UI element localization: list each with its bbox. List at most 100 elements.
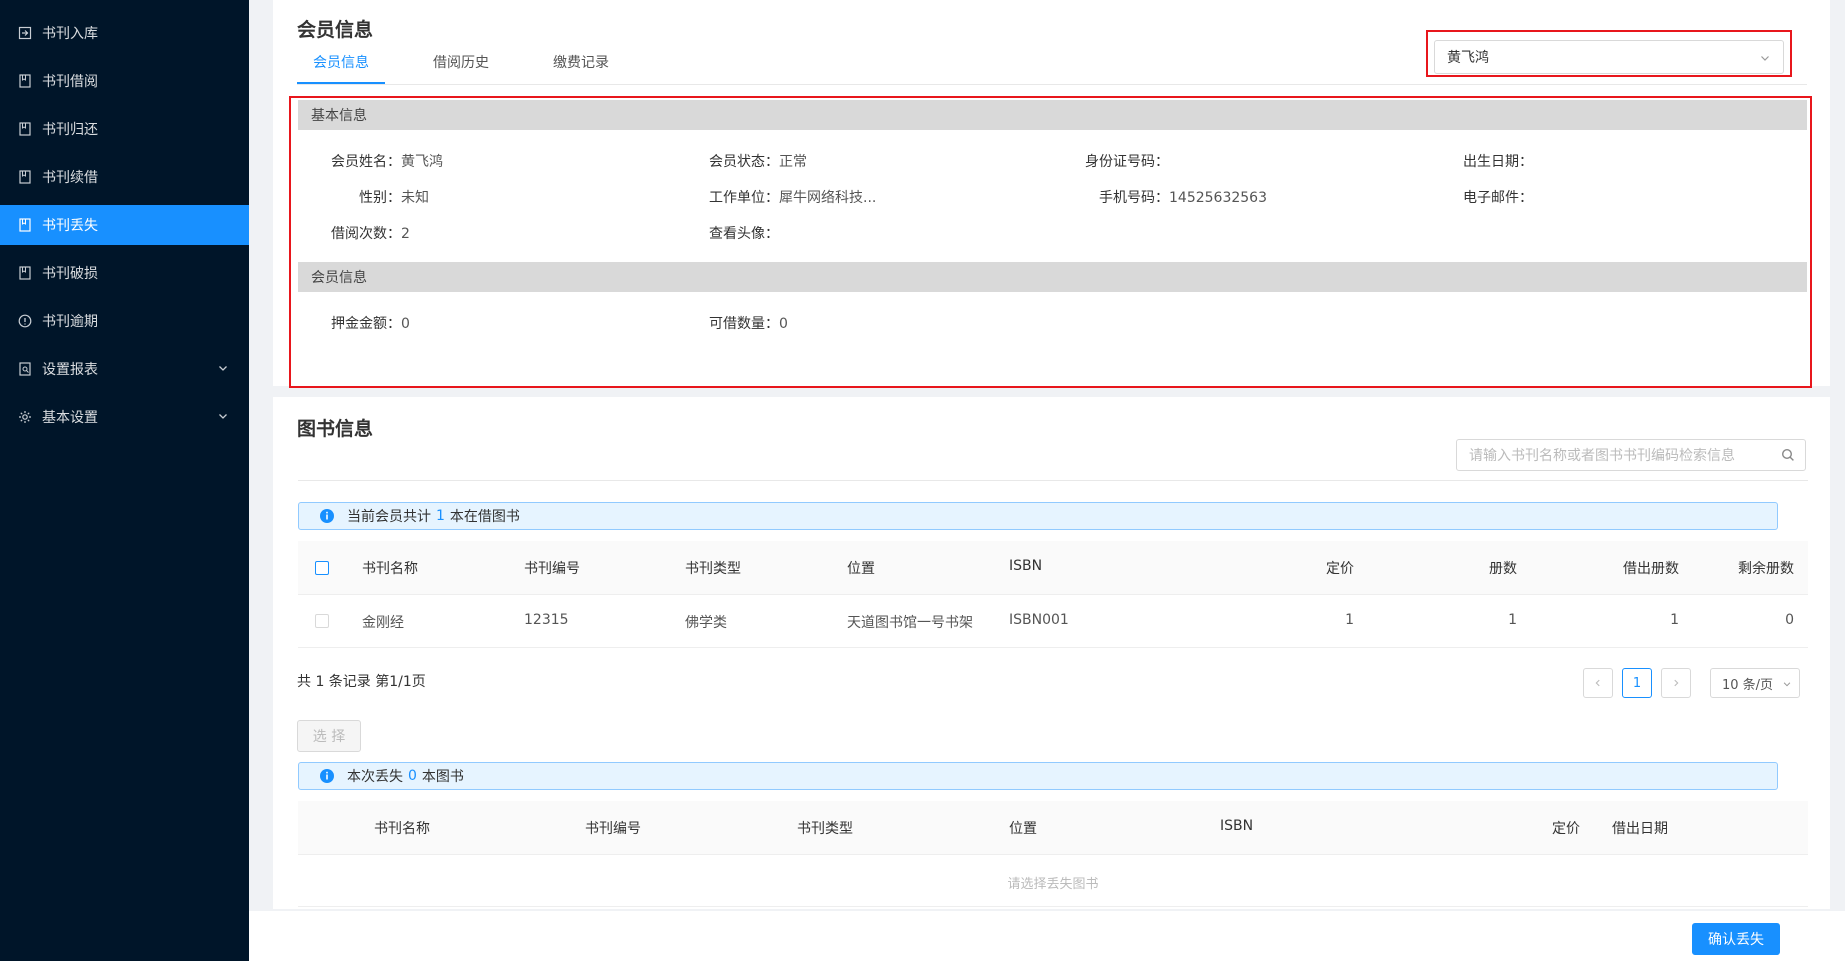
col-price: 定价 [1326, 561, 1354, 577]
chevron-down-icon [1761, 56, 1769, 61]
field-deposit: 押金金额：0 [331, 313, 410, 333]
field-label: 出生日期： [1463, 154, 1533, 170]
field-label: 会员姓名： [331, 154, 401, 170]
search-icon[interactable] [1781, 448, 1795, 462]
notice-prefix: 当前会员共计 [347, 509, 431, 525]
field-label: 会员状态： [709, 154, 779, 170]
col-borrow-date: 借出日期 [1612, 821, 1668, 837]
main-content: 会员信息 会员信息 借阅历史 缴费记录 黄飞鸿 基本信息 会员姓名：黄飞鸿 会员… [249, 0, 1845, 961]
field-email: 电子邮件： [1463, 187, 1533, 207]
field-birth-date: 出生日期： [1463, 151, 1533, 171]
field-borrow-count: 借阅次数：2 [331, 223, 410, 243]
sidebar-item-label: 书刊破损 [42, 266, 98, 282]
field-label: 押金金额： [331, 316, 401, 332]
sidebar: 书刊入库 书刊借阅 书刊归还 书刊续借 书刊丢失 书刊破损 书刊逾期 设置报表 … [0, 0, 249, 961]
confirm-lost-button[interactable]: 确认丢失 [1692, 923, 1780, 955]
sidebar-item-label: 书刊归还 [42, 122, 98, 138]
sidebar-item-label: 书刊丢失 [42, 218, 98, 234]
page-size-select[interactable]: 10 条/页 [1710, 668, 1800, 698]
field-label: 电子邮件： [1463, 190, 1533, 206]
sidebar-item-renew[interactable]: 书刊续借 [0, 157, 249, 197]
field-borrow-quota: 可借数量：0 [709, 313, 788, 333]
sidebar-item-label: 书刊逾期 [42, 314, 98, 330]
sidebar-item-settings[interactable]: 基本设置 [0, 397, 249, 437]
member-select-value: 黄飞鸿 [1447, 50, 1489, 66]
cell-book-code: 12315 [524, 612, 569, 628]
col-price: 定价 [1552, 821, 1580, 837]
lost-notice: 本次丢失 0 本图书 [298, 762, 1778, 790]
info-circle-icon [18, 314, 32, 328]
sidebar-item-label: 书刊入库 [42, 26, 98, 42]
chevron-down-icon [219, 414, 227, 419]
row-checkbox[interactable] [315, 614, 329, 628]
borrowed-notice: 当前会员共计 1 本在借图书 [298, 502, 1778, 530]
chevron-right-icon [1674, 679, 1679, 687]
field-label: 身份证号码： [1085, 154, 1169, 170]
field-value: 未知 [401, 190, 429, 206]
sidebar-item-label: 基本设置 [42, 410, 98, 426]
notice-count: 1 [436, 508, 445, 524]
prev-page-button[interactable] [1583, 668, 1613, 698]
field-member-status: 会员状态：正常 [709, 151, 807, 171]
row-divider [298, 906, 1808, 907]
field-member-name: 会员姓名：黄飞鸿 [331, 151, 443, 171]
report-icon [18, 362, 32, 376]
book-icon [18, 170, 32, 184]
book-icon [18, 74, 32, 88]
field-value: 正常 [779, 154, 807, 170]
sidebar-item-lost[interactable]: 书刊丢失 [0, 205, 249, 245]
field-value: 14525632563 [1169, 190, 1267, 206]
book-search-input[interactable] [1467, 441, 1771, 471]
sidebar-item-borrow[interactable]: 书刊借阅 [0, 61, 249, 101]
col-book-type: 书刊类型 [685, 561, 741, 577]
tab-payment-records[interactable]: 缴费记录 [553, 52, 609, 72]
notice-count: 0 [408, 768, 417, 784]
membership-header: 会员信息 [298, 262, 1807, 292]
field-value: 0 [401, 316, 410, 332]
notice-suffix: 本图书 [421, 769, 464, 785]
book-icon [18, 218, 32, 232]
sidebar-item-return[interactable]: 书刊归还 [0, 109, 249, 149]
member-section-title: 会员信息 [297, 19, 374, 41]
select-all-checkbox[interactable] [315, 561, 329, 575]
books-divider [298, 480, 1808, 481]
field-work-unit: 工作单位：犀牛网络科技... [709, 187, 876, 207]
sidebar-item-label: 设置报表 [42, 362, 98, 378]
chevron-down-icon [219, 366, 227, 371]
tab-member-info[interactable]: 会员信息 [313, 52, 369, 72]
basic-info-header: 基本信息 [298, 100, 1807, 130]
sidebar-item-overdue[interactable]: 书刊逾期 [0, 301, 249, 341]
col-book-code: 书刊编号 [585, 821, 641, 837]
footer-bar [249, 911, 1845, 961]
lost-table-header [298, 801, 1808, 855]
col-book-name: 书刊名称 [374, 821, 430, 837]
sidebar-item-label: 书刊借阅 [42, 74, 98, 90]
col-remaining: 剩余册数 [1738, 561, 1794, 577]
col-location: 位置 [847, 561, 875, 577]
chevron-left-icon [1595, 679, 1600, 687]
sidebar-item-label: 书刊续借 [42, 170, 98, 186]
sidebar-item-import[interactable]: 书刊入库 [0, 13, 249, 53]
col-book-code: 书刊编号 [524, 561, 580, 577]
next-page-button[interactable] [1661, 668, 1691, 698]
cell-book-type: 佛学类 [685, 615, 727, 631]
tab-borrow-history[interactable]: 借阅历史 [433, 52, 489, 72]
field-label: 性别： [359, 190, 401, 206]
notice-prefix: 本次丢失 [347, 769, 403, 785]
member-select[interactable]: 黄飞鸿 [1434, 40, 1784, 74]
chevron-down-icon [1783, 682, 1791, 687]
cell-book-name: 金刚经 [362, 615, 404, 631]
sidebar-item-reports[interactable]: 设置报表 [0, 349, 249, 389]
select-button[interactable]: 选 择 [297, 720, 361, 752]
cell-copies: 1 [1508, 612, 1517, 628]
page-button-current[interactable]: 1 [1622, 668, 1652, 698]
cell-price: 1 [1345, 612, 1354, 628]
field-gender: 性别：未知 [359, 187, 429, 207]
sidebar-item-damaged[interactable]: 书刊破损 [0, 253, 249, 293]
field-label: 手机号码： [1099, 190, 1169, 206]
pagination-total: 共 1 条记录 第1/1页 [297, 674, 426, 690]
import-icon [18, 26, 32, 40]
book-search [1456, 439, 1806, 471]
books-section-title: 图书信息 [297, 418, 374, 440]
field-view-avatar[interactable]: 查看头像： [709, 223, 779, 243]
